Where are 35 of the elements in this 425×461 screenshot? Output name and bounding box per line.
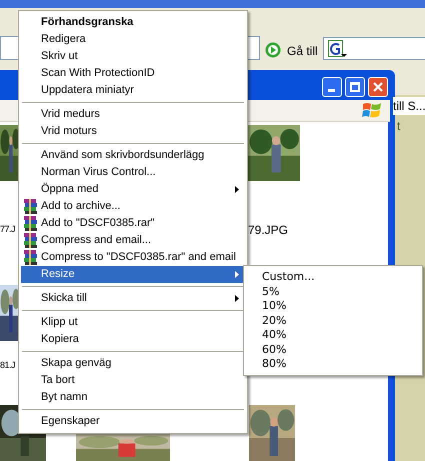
menu-item[interactable]: Skapa genväg <box>21 355 245 372</box>
toolbar-label: till S... <box>393 97 425 115</box>
side-label: t <box>397 118 400 135</box>
menu-item[interactable]: Öppna med <box>21 181 245 198</box>
menu-item[interactable]: 60% <box>262 342 286 357</box>
menu-item[interactable]: Skicka till <box>21 290 245 307</box>
menu-item[interactable]: Vrid medurs <box>21 106 245 123</box>
menu-item[interactable]: 20% <box>262 314 286 328</box>
menu-item[interactable]: Klipp ut <box>21 314 245 331</box>
menu-item[interactable]: Vrid moturs <box>21 123 245 140</box>
menu-item[interactable]: Kopiera <box>21 331 245 348</box>
menu-item[interactable]: Custom... <box>262 270 315 284</box>
go-label[interactable]: Gå till <box>287 42 318 60</box>
thumbnail-caption: 77.J <box>0 223 16 236</box>
menu-item[interactable]: 80% <box>262 357 286 372</box>
menu-item[interactable]: Förhandsgranska <box>21 14 245 31</box>
menu-item[interactable]: Redigera <box>21 31 245 48</box>
menu-item[interactable]: Uppdatera miniatyr <box>21 82 245 99</box>
menu-item[interactable]: Add to archive... <box>21 198 245 215</box>
menu-item[interactable]: Resize <box>21 266 245 283</box>
menu-item[interactable]: 40% <box>262 328 286 342</box>
menu-item[interactable]: Använd som skrivbordsunderlägg <box>21 147 245 164</box>
thumbnail-caption: 79.JPG <box>248 222 288 239</box>
menu-item[interactable]: Byt namn <box>21 389 245 406</box>
menu-item[interactable]: Scan With ProtectionID <box>21 65 245 82</box>
menu-item[interactable]: Egenskaper <box>21 413 245 430</box>
thumbnail-caption: 81.J <box>0 359 16 372</box>
menu-item[interactable]: Add to "DSCF0385.rar" <box>21 215 245 232</box>
menu-item[interactable]: Compress to "DSCF0385.rar" and email <box>21 249 245 266</box>
menu-item[interactable]: Ta bort <box>21 372 245 389</box>
menu-item[interactable]: 10% <box>262 299 286 314</box>
menu-item[interactable]: 5% <box>262 284 280 299</box>
menu-item[interactable]: Norman Virus Control... <box>21 164 245 181</box>
menu-item[interactable]: Compress and email... <box>21 232 245 249</box>
menu-item[interactable]: Skriv ut <box>21 48 245 65</box>
